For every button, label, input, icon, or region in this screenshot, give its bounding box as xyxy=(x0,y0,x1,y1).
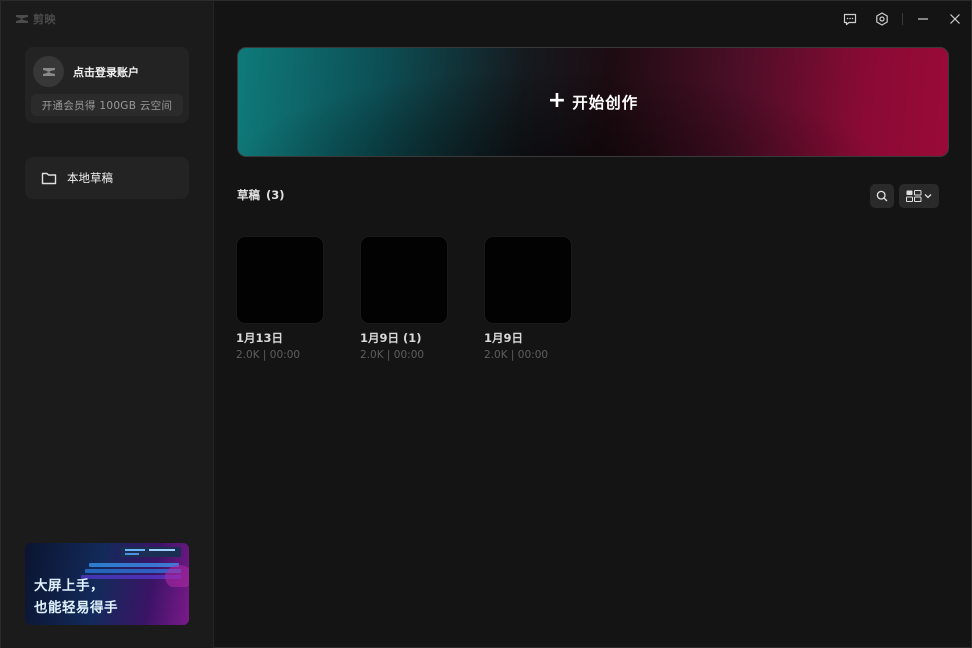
draft-meta: 2.0K | 00:00 xyxy=(236,349,301,361)
draft-card[interactable]: 1月13日 2.0K | 00:00 xyxy=(236,236,326,361)
capcut-logo-icon xyxy=(16,15,28,23)
draft-meta: 2.0K | 00:00 xyxy=(484,349,549,361)
draft-card[interactable]: 1月9日 2.0K | 00:00 xyxy=(484,236,574,361)
folder-icon xyxy=(41,172,57,185)
draft-title: 1月9日 xyxy=(484,331,524,345)
start-creating-content: + 开始创作 xyxy=(547,88,639,113)
draft-meta: 2.0K | 00:00 xyxy=(360,349,425,361)
search-drafts-button[interactable] xyxy=(870,184,894,208)
start-creating-button[interactable]: + 开始创作 xyxy=(237,47,949,157)
account-card[interactable]: 点击登录账户 开通会员得 100GB 云空间 xyxy=(25,47,189,123)
view-mode-dropdown[interactable] xyxy=(899,184,939,208)
window-controls xyxy=(834,1,971,37)
close-button[interactable] xyxy=(939,1,971,37)
minimize-button[interactable] xyxy=(907,1,939,37)
hexagon-gear-icon xyxy=(876,12,888,26)
login-label[interactable]: 点击登录账户 xyxy=(73,64,139,80)
settings-button[interactable] xyxy=(866,1,898,37)
drafts-count: (3) xyxy=(266,188,285,202)
feedback-button[interactable] xyxy=(834,1,866,37)
message-alert-icon xyxy=(843,13,857,25)
grid-view-icon xyxy=(906,190,922,202)
draft-thumbnail[interactable] xyxy=(484,236,572,324)
draft-thumbnail[interactable] xyxy=(360,236,448,324)
plus-icon: + xyxy=(547,88,567,113)
capcut-logo-icon xyxy=(42,67,55,76)
sidebar: 剪映 点击登录账户 开通会员得 100GB 云空间 本地草稿 大屏上手， 也能轻… xyxy=(1,1,214,648)
search-icon xyxy=(876,190,888,202)
app-window: 剪映 点击登录账户 开通会员得 100GB 云空间 本地草稿 大屏上手， 也能轻… xyxy=(0,0,972,648)
drafts-heading: 草稿 (3) xyxy=(237,187,285,203)
chevron-down-icon xyxy=(924,194,932,199)
promo-banner[interactable]: 大屏上手， 也能轻易得手 xyxy=(25,543,189,625)
sidebar-item-label: 本地草稿 xyxy=(67,171,113,185)
draft-card[interactable]: 1月9日 (1) 2.0K | 00:00 xyxy=(360,236,450,361)
promo-line-2: 也能轻易得手 xyxy=(34,600,118,616)
vip-offer-button[interactable]: 开通会员得 100GB 云空间 xyxy=(31,94,183,116)
drafts-title: 草稿 xyxy=(237,188,260,202)
avatar[interactable] xyxy=(33,56,64,87)
draft-thumbnail[interactable] xyxy=(236,236,324,324)
close-icon xyxy=(950,14,960,24)
app-name: 剪映 xyxy=(33,13,56,26)
start-creating-label: 开始创作 xyxy=(572,94,639,112)
app-title: 剪映 xyxy=(15,11,56,27)
draft-title: 1月9日 (1) xyxy=(360,331,422,345)
controls-divider xyxy=(902,13,903,25)
minimize-icon xyxy=(918,18,928,20)
sidebar-item-local-drafts[interactable]: 本地草稿 xyxy=(25,157,189,199)
draft-title: 1月13日 xyxy=(236,331,284,345)
promo-line-1: 大屏上手， xyxy=(34,578,104,594)
